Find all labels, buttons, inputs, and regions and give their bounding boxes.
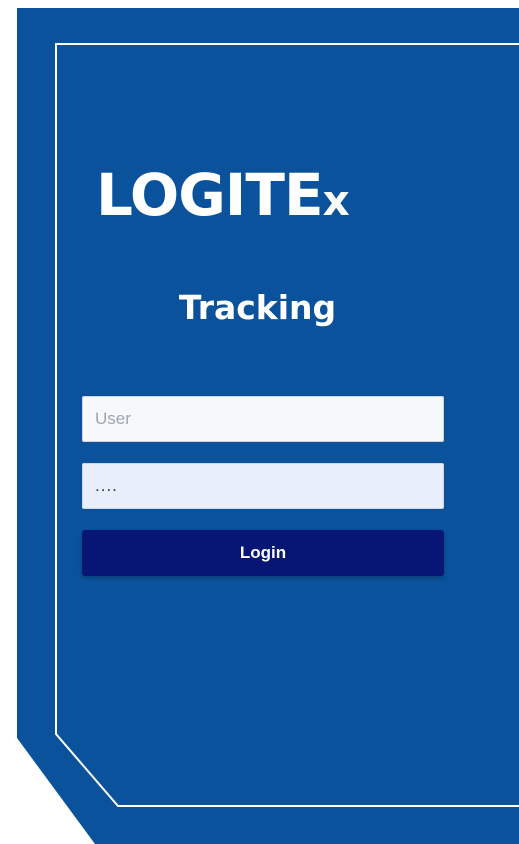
user-input[interactable] — [82, 396, 444, 442]
password-input[interactable] — [82, 463, 444, 509]
login-screen: LOGITEx Tracking Login — [0, 0, 519, 844]
page-subtitle: Tracking — [178, 288, 337, 327]
login-button[interactable]: Login — [82, 530, 444, 576]
logo-sub-text: x — [322, 176, 350, 225]
logo-main-text: LOGITE — [96, 161, 324, 229]
logitex-logo: LOGITEx — [96, 166, 436, 224]
